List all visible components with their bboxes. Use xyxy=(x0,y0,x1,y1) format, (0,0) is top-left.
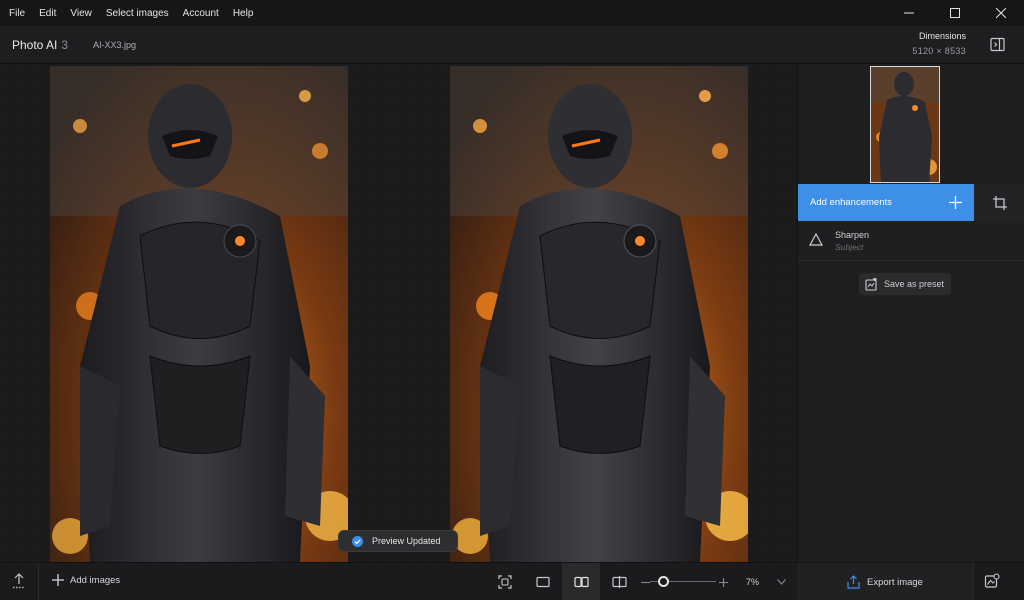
panel-toggle-icon xyxy=(990,37,1005,52)
zoom-dropdown-button[interactable] xyxy=(772,573,790,591)
add-enhancements-button[interactable]: Add enhancements xyxy=(798,184,974,221)
menu-file[interactable]: File xyxy=(0,8,32,19)
enhancement-item-sharpen[interactable]: Sharpen Subject xyxy=(798,221,1024,261)
menu-view[interactable]: View xyxy=(63,8,99,19)
panel-toggle-button[interactable] xyxy=(989,36,1007,54)
save-preset-label: Save as preset xyxy=(884,279,945,289)
chevron-down-icon xyxy=(776,579,786,585)
dimensions-label: Dimensions xyxy=(918,31,966,41)
preview-updated-toast: Preview Updated xyxy=(338,530,458,552)
plus-icon xyxy=(718,577,728,587)
export-settings-button[interactable] xyxy=(984,573,1000,594)
enhancement-name: Sharpen xyxy=(835,230,870,240)
zoom-value[interactable]: 7% xyxy=(746,577,759,587)
close-icon xyxy=(996,8,1006,18)
divider xyxy=(973,563,974,600)
image-settings-icon xyxy=(984,573,1000,588)
maximize-icon xyxy=(950,8,960,18)
close-button[interactable] xyxy=(978,0,1024,26)
split-view-icon xyxy=(611,576,627,588)
menu-account[interactable]: Account xyxy=(176,8,226,19)
export-icon xyxy=(847,575,860,589)
app-version: 3 xyxy=(61,38,69,52)
zoom-in-button[interactable] xyxy=(714,573,732,591)
save-preset-icon xyxy=(865,277,877,291)
upload-icon xyxy=(13,573,25,589)
crop-icon xyxy=(992,195,1007,210)
menu-select-images[interactable]: Select images xyxy=(99,8,176,19)
focus-frame-icon xyxy=(498,575,512,589)
single-view-icon xyxy=(536,576,550,588)
side-by-side-view-icon-wrap xyxy=(572,573,590,591)
zoom-slider-handle[interactable] xyxy=(657,576,669,587)
dimensions-value: 5120 × 8533 xyxy=(912,46,966,56)
enhancement-subtitle: Subject xyxy=(835,242,864,252)
focus-view-button[interactable] xyxy=(496,573,514,591)
header: Photo AI 3 AI-XX3.jpg Dimensions 5120 × 8… xyxy=(0,26,1024,64)
plus-icon xyxy=(52,574,64,586)
maximize-button[interactable] xyxy=(932,0,978,26)
right-sidebar: Add enhancements Sharpen Subject Save as… xyxy=(797,64,1024,562)
file-tab[interactable]: AI-XX3.jpg xyxy=(93,40,136,50)
zoom-out-button[interactable] xyxy=(636,573,654,591)
enhanced-image[interactable] xyxy=(450,66,748,562)
crop-button[interactable] xyxy=(974,184,1024,221)
save-preset-button[interactable]: Save as preset xyxy=(859,273,951,295)
menu-help[interactable]: Help xyxy=(226,8,261,19)
add-images-button[interactable]: Add images xyxy=(52,574,120,586)
split-view-button[interactable] xyxy=(610,573,628,591)
bottom-toolbar: Add images 7% Export image xyxy=(0,562,1024,600)
menu-bar: File Edit View Select images Account Hel… xyxy=(0,0,1024,26)
plus-icon xyxy=(949,196,962,209)
add-enhancements-label: Add enhancements xyxy=(810,197,892,208)
export-image-label: Export image xyxy=(867,576,923,588)
check-circle-icon xyxy=(352,535,363,547)
menu-edit[interactable]: Edit xyxy=(32,8,63,19)
dimensions-info: Dimensions 5120 × 8533 xyxy=(912,31,966,56)
original-image[interactable] xyxy=(50,66,348,562)
triangle-icon xyxy=(809,233,823,246)
export-image-button[interactable]: Export image xyxy=(797,563,973,600)
app-title: Photo AI 3 xyxy=(12,38,68,52)
window-controls xyxy=(886,0,1024,26)
preview-canvas[interactable]: Preview Updated xyxy=(0,64,797,562)
add-images-label: Add images xyxy=(70,574,121,586)
minimize-icon xyxy=(904,12,914,14)
minimize-button[interactable] xyxy=(886,0,932,26)
side-by-side-icon xyxy=(573,576,589,588)
single-view-button[interactable] xyxy=(534,573,552,591)
upload-button[interactable] xyxy=(12,573,26,594)
divider xyxy=(38,563,39,600)
app-name: Photo AI xyxy=(12,38,58,52)
toast-text: Preview Updated xyxy=(372,536,441,546)
image-thumbnail[interactable] xyxy=(870,66,940,183)
minus-icon xyxy=(640,581,650,583)
